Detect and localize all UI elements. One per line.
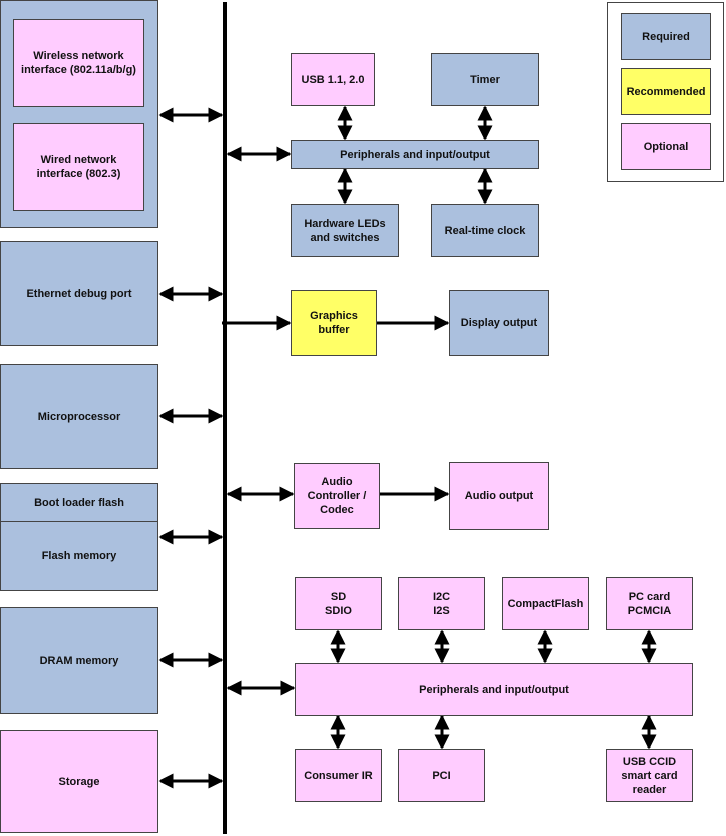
sd-block: SD SDIO	[295, 577, 382, 630]
display-output-block: Display output	[449, 290, 549, 356]
wireless-network-interface: Wireless network interface (802.11a/b/g)	[13, 19, 144, 107]
ethernet-debug-port: Ethernet debug port	[0, 241, 158, 346]
graphics-buffer-block: Graphics buffer	[291, 290, 377, 356]
audio-controller-block: Audio Controller / Codec	[294, 463, 380, 529]
top-peripherals-block: Peripherals and input/output	[291, 140, 539, 169]
consumer-ir-block: Consumer IR	[295, 749, 382, 802]
pc-card-block: PC card PCMCIA	[606, 577, 693, 630]
legend-required: Required	[621, 13, 711, 60]
hardware-leds-block: Hardware LEDs and switches	[291, 204, 399, 257]
audio-output-block: Audio output	[449, 462, 549, 530]
real-time-clock-block: Real-time clock	[431, 204, 539, 257]
compactflash-block: CompactFlash	[502, 577, 589, 630]
embedded-system-diagram: Wireless network interface (802.11a/b/g)…	[0, 0, 726, 836]
storage: Storage	[0, 730, 158, 833]
legend-recommended: Recommended	[621, 68, 711, 115]
boot-loader-flash: Boot loader flash	[0, 483, 158, 522]
bottom-peripherals-block: Peripherals and input/output	[295, 663, 693, 716]
timer-block: Timer	[431, 53, 539, 106]
wired-network-interface: Wired network interface (802.3)	[13, 123, 144, 211]
usb-block: USB 1.1, 2.0	[291, 53, 375, 106]
i2c-block: I2C I2S	[398, 577, 485, 630]
dram-memory: DRAM memory	[0, 607, 158, 714]
legend-optional: Optional	[621, 123, 711, 170]
microprocessor: Microprocessor	[0, 364, 158, 469]
pci-block: PCI	[398, 749, 485, 802]
flash-memory: Flash memory	[0, 521, 158, 591]
usb-ccid-block: USB CCID smart card reader	[606, 749, 693, 802]
